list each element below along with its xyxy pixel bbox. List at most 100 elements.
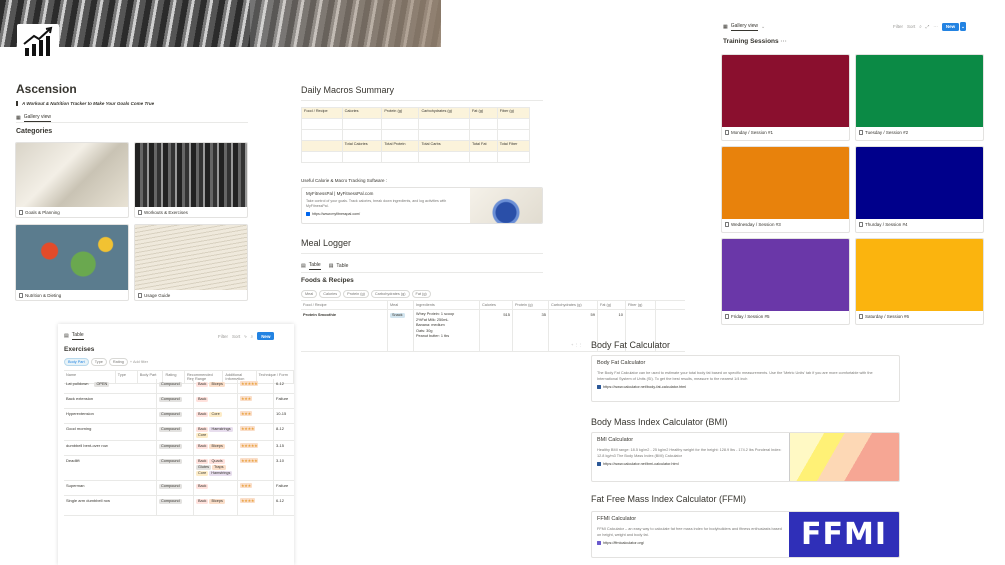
bmi-bookmark[interactable]: BMI Calculator Healthy BMI range: 18.5 k… — [591, 432, 900, 482]
table-row[interactable]: Deadlift Compound Back QuadsGlutes TrapsCore… — [64, 456, 294, 481]
col-protein: Protein (g) — [513, 301, 549, 309]
sort-button[interactable]: Sort — [232, 334, 240, 339]
exercises-table-body: Lat pulldown OPEN Compound Back Biceps ★★★★★ 6… — [64, 379, 294, 565]
filter-body-part[interactable]: Body Part — [64, 358, 89, 366]
filter-carbs[interactable]: Carbohydrates (g) — [370, 290, 410, 298]
type-tag: Compound — [159, 381, 182, 387]
body-part-tag: Back — [196, 381, 209, 387]
page-icon — [725, 130, 729, 135]
session-card[interactable]: Saturday / Session #6 — [855, 238, 984, 325]
type-cell: Compound — [157, 379, 194, 393]
exercise-name: dumbbell bent-over row — [64, 441, 157, 455]
gallery-icon: ▦ — [16, 115, 21, 121]
tab-table[interactable]: ▤ Table ▤ Table — [301, 262, 348, 270]
divider — [301, 272, 543, 273]
usage-guide-image — [135, 225, 247, 290]
body-fat-bookmark[interactable]: Body Fat Calculator The Body Fat Calcula… — [591, 355, 900, 402]
body-part-tag: Back — [196, 483, 209, 489]
filter-type[interactable]: Type — [90, 358, 107, 366]
software-label: Useful Calorie & Macro Tracking Software… — [301, 178, 388, 183]
foods-db-title: Foods & Recipes — [301, 277, 354, 284]
type-tag: Compound — [159, 426, 182, 432]
session-card[interactable]: Thurday / Session #4 — [855, 146, 984, 233]
table-icon: ▤ — [301, 263, 306, 269]
filter-calories[interactable]: Calories — [319, 290, 342, 298]
workouts-image — [135, 143, 247, 207]
category-card-usage-guide[interactable]: Usage Guide — [134, 224, 248, 301]
calculator-favicon — [597, 462, 601, 466]
training-heading: Training Sessions ··· — [723, 38, 787, 45]
filter-button[interactable]: Filter — [218, 334, 228, 339]
rating-cell: ★★★★ — [238, 424, 274, 440]
myfitnesspal-bookmark[interactable]: MyFitnessPal | MyFitnessPal.com Take con… — [301, 187, 543, 224]
search-icon[interactable]: ⌕ — [919, 24, 922, 29]
filter-button[interactable]: Filter — [893, 24, 903, 29]
type-cell: Compound — [157, 441, 194, 455]
filter-protein[interactable]: Protein (g) — [343, 290, 369, 298]
header-cell: Food / Recipe — [301, 107, 343, 119]
tab-exercises-table[interactable]: ▤ Table — [64, 332, 84, 340]
calories-cell: 515 — [480, 310, 513, 351]
lightning-icon[interactable]: ϟ — [244, 334, 246, 339]
bmi-heading: Body Mass Index Calculator (BMI) — [591, 417, 728, 427]
exercise-name: Lat pulldown OPEN — [64, 379, 157, 393]
body-part-tag: Back — [196, 498, 209, 504]
open-button[interactable]: OPEN — [94, 381, 110, 387]
filter-fat[interactable]: Fat (g) — [411, 290, 431, 298]
page-icon-chart — [17, 24, 59, 64]
new-dropdown-icon[interactable]: ⌄ — [960, 22, 966, 31]
page-icon — [725, 222, 729, 227]
add-filter-button[interactable]: + Add filter — [130, 360, 148, 364]
exercise-name: Hyperextension — [64, 409, 157, 423]
exercise-name: Good morning — [64, 424, 157, 440]
table-row[interactable]: Lat pulldown OPEN Compound Back Biceps ★★★★★ 6… — [64, 379, 294, 394]
drag-handle[interactable]: + ⋮⋮ — [571, 342, 582, 347]
session-card[interactable]: Tuesday / Session #2 — [855, 54, 984, 141]
type-cell: Compound — [157, 481, 194, 495]
total-cell: Total Fiber — [496, 140, 531, 152]
sort-button[interactable]: Sort — [907, 24, 915, 29]
ffmi-bookmark[interactable]: FFMI Calculator FFMI Calculator – an eas… — [591, 511, 900, 558]
calc-desc: Healthy BMI range: 18.5 kg/m2 - 25 kg/m2… — [597, 448, 782, 458]
filter-rating[interactable]: Rating — [108, 358, 128, 366]
bookmark-title: MyFitnessPal | MyFitnessPal.com — [306, 191, 374, 196]
more-icon[interactable]: ··· — [933, 24, 938, 29]
table-row[interactable]: Single arm dumbbell row Compound Back Bicep… — [64, 496, 294, 516]
star-rating: ★★★ — [240, 396, 252, 401]
table-row[interactable]: SupermanCompoundBack★★★FailureTargets Lo… — [64, 481, 294, 496]
tab-training-gallery[interactable]: ▦ Gallery view ⌄ — [723, 23, 765, 31]
col-ingredients: Ingredients — [414, 301, 480, 309]
header-cell: Calories — [341, 107, 383, 119]
categories-heading: Categories — [16, 128, 53, 135]
session-card[interactable]: Wednesday / Session #3 — [721, 146, 850, 233]
session-card[interactable]: Friday / Session #5 — [721, 238, 850, 325]
table-row[interactable]: Good morning Compound Back HamstringsCore ★★… — [64, 424, 294, 441]
tab-gallery-view[interactable]: ▦ Gallery view — [16, 114, 51, 122]
star-rating: ★★★★★ — [240, 381, 259, 386]
rating-cell: ★★★★★ — [238, 456, 274, 480]
new-button[interactable]: New — [257, 332, 275, 340]
type-tag: Compound — [159, 498, 182, 504]
calculator-favicon — [597, 385, 601, 389]
category-card-goals[interactable]: Goals & Planning — [15, 142, 129, 218]
total-cell — [301, 140, 343, 152]
category-card-nutrition[interactable]: Nutrition & Dieting — [15, 224, 129, 301]
table-row[interactable]: Back extensionCompoundBack★★★FailureTarg… — [64, 394, 294, 409]
search-icon[interactable]: ⌕ — [251, 334, 254, 339]
more-icon[interactable]: ··· — [780, 38, 787, 45]
table-row[interactable]: HyperextensionCompoundBackCore★★★10-15Ta… — [64, 409, 294, 424]
type-tag: Compound — [159, 483, 182, 489]
tab-table-2[interactable]: Table — [336, 263, 348, 269]
session-cover — [722, 239, 849, 311]
expand-icon[interactable]: ⤢ — [926, 24, 930, 29]
filter-meal[interactable]: Meal — [301, 290, 318, 298]
body-part-tag: Back — [196, 396, 209, 402]
food-name: Protein Smoothie — [301, 310, 388, 351]
category-card-workouts[interactable]: Workouts & Exercises — [134, 142, 248, 218]
new-button[interactable]: New — [941, 22, 960, 31]
type-tag: Compound — [159, 458, 182, 464]
table-row[interactable]: dumbbell bent-over row Compound Back Biceps… — [64, 441, 294, 456]
calc-title: BMI Calculator — [597, 437, 634, 443]
type-cell: Compound — [157, 496, 194, 515]
session-card[interactable]: Monday / Session #1 — [721, 54, 850, 141]
